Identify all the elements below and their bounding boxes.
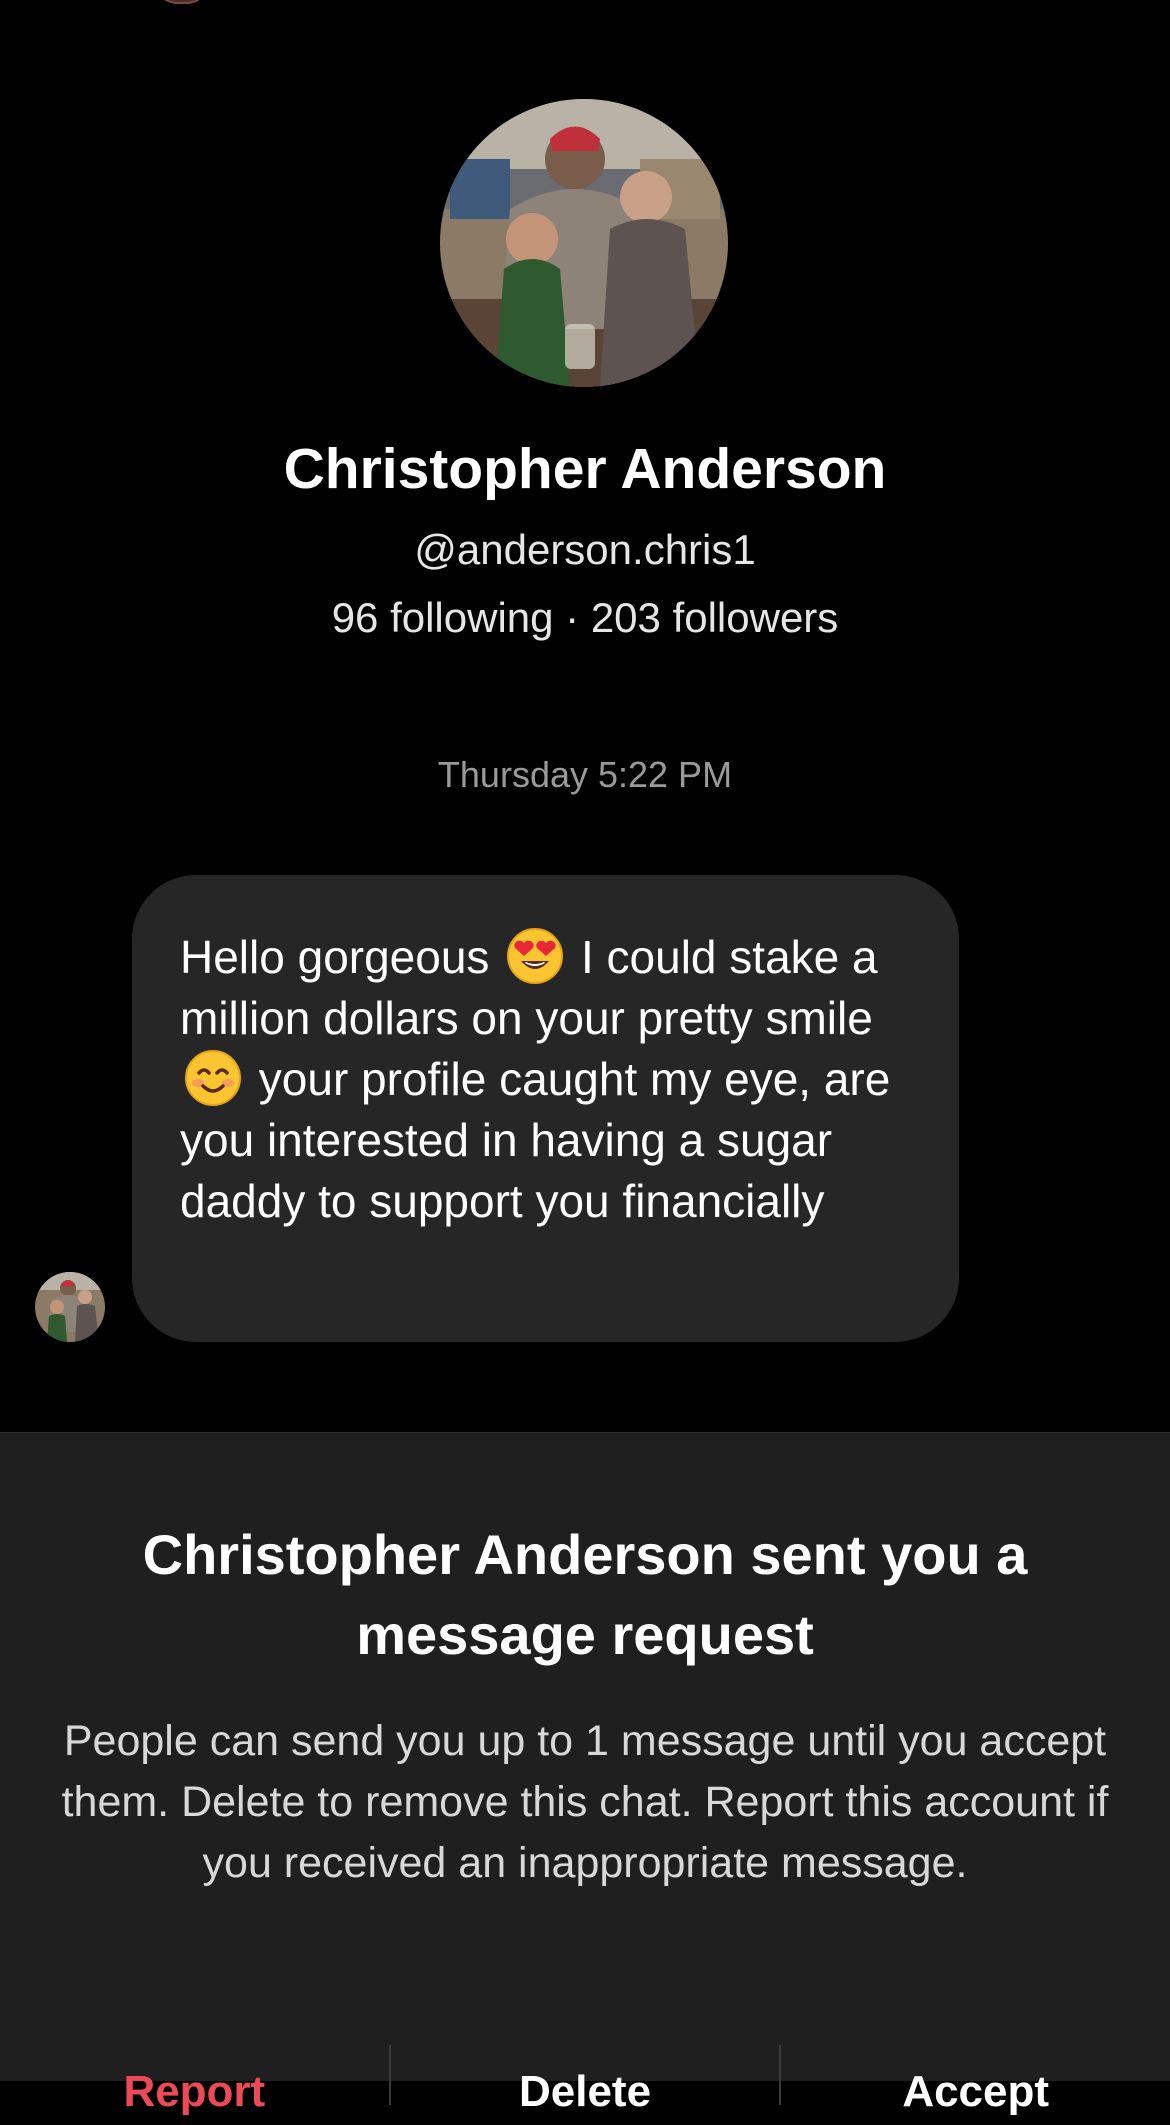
accept-button[interactable]: Accept	[781, 2045, 1170, 2125]
message-text-part3: your profile caught my eye, are you inte…	[180, 1053, 891, 1227]
profile-handle: @anderson.chris1	[414, 526, 756, 573]
message-text: Hello gorgeous I could stake a million d…	[180, 927, 919, 1232]
message-bubble[interactable]: Hello gorgeous I could stake a million d…	[132, 875, 959, 1342]
message-timestamp: Thursday 5:22 PM	[437, 754, 733, 795]
request-actions: Report Delete Accept	[0, 2045, 1170, 2125]
heart-eyes-emoji-icon	[506, 927, 564, 985]
delete-button[interactable]: Delete	[391, 2045, 780, 2125]
sender-avatar-icon	[35, 1272, 105, 1342]
profile-stats: 96 following · 203 followers	[331, 594, 839, 641]
smiling-face-emoji-icon	[184, 1049, 242, 1107]
chat-area: Christopher Anderson @anderson.chris1 96…	[0, 0, 1170, 1432]
report-button[interactable]: Report	[0, 2045, 389, 2125]
request-description: People can send you up to 1 message unti…	[61, 1717, 1109, 1887]
profile-photo[interactable]	[440, 99, 728, 387]
sender-avatar[interactable]	[35, 1272, 105, 1342]
message-text-part1: Hello gorgeous	[180, 931, 490, 983]
profile-name[interactable]: Christopher Anderson	[0, 436, 1170, 502]
request-title: Christopher Anderson sent you a message …	[142, 1523, 1028, 1666]
profile-photo-icon	[440, 99, 728, 387]
message-request-panel: Christopher Anderson sent you a message …	[0, 1432, 1170, 2116]
header-avatar-icon[interactable]	[152, 0, 212, 4]
